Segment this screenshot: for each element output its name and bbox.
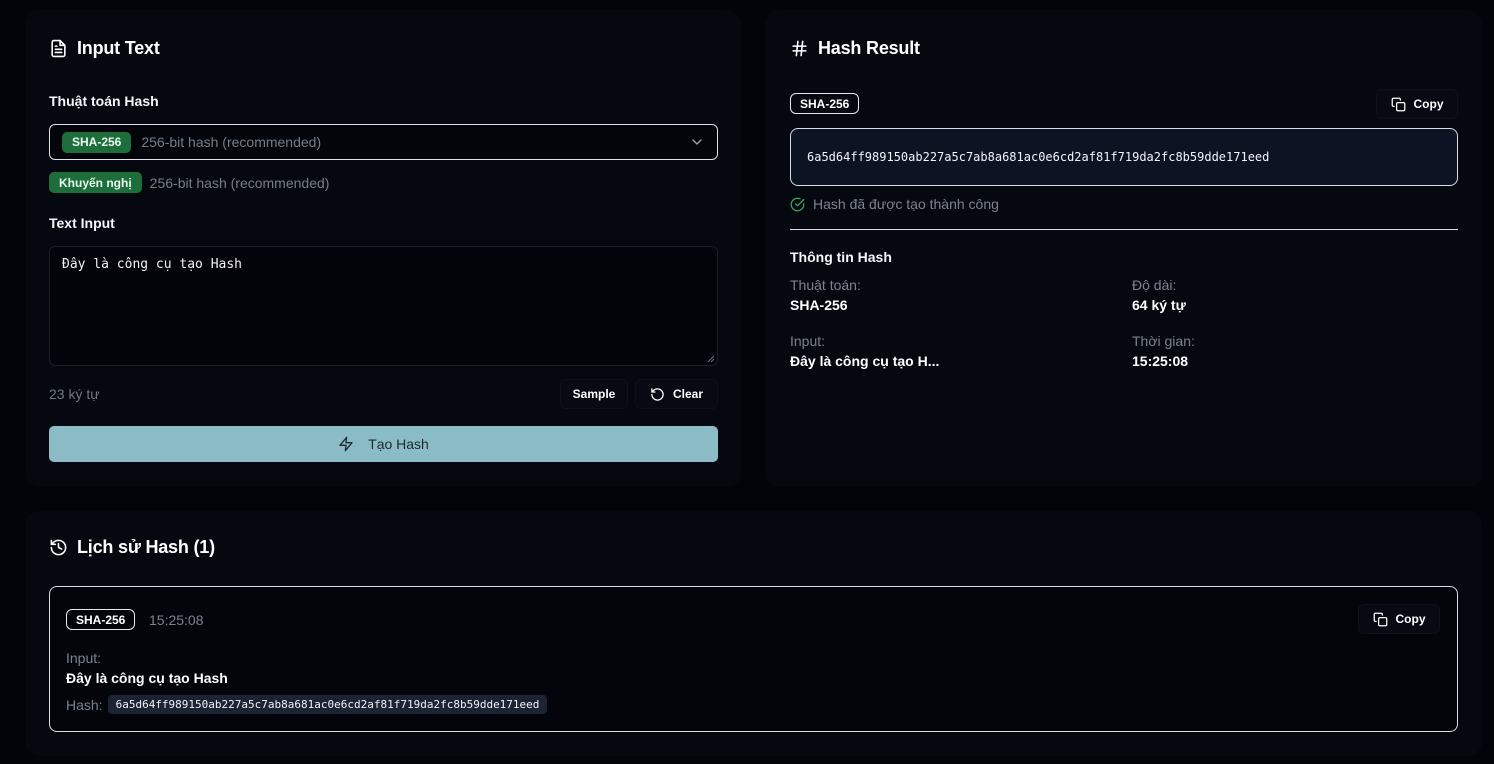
history-input-label: Input:	[66, 650, 102, 666]
algorithm-label: Thuật toán Hash	[49, 93, 159, 109]
success-message-text: Hash đã được tạo thành công	[813, 196, 999, 212]
history-algorithm-badge: SHA-256	[66, 609, 136, 630]
info-length-value: 64 ký tự	[1132, 297, 1186, 313]
copy-icon	[1391, 97, 1405, 111]
info-input-value: Đây là công cụ tạo H...	[790, 353, 940, 369]
result-card-title: Hash Result	[790, 38, 920, 59]
rotate-ccw-icon	[651, 387, 664, 401]
info-algorithm-label: Thuật toán:	[790, 277, 861, 293]
generate-hash-label: Tạo Hash	[368, 436, 429, 452]
char-count: 23 ký tự	[49, 386, 100, 402]
result-algorithm-badge: SHA-256	[790, 93, 860, 114]
sample-button[interactable]: Sample	[560, 379, 628, 409]
info-input-label: Input:	[790, 333, 826, 349]
selected-algorithm-badge: SHA-256	[62, 131, 132, 153]
file-text-icon	[51, 39, 66, 58]
history-icon	[50, 539, 67, 556]
result-divider	[790, 229, 1458, 230]
copy-icon	[1373, 612, 1387, 626]
info-algorithm-value: SHA-256	[790, 297, 848, 313]
check-circle-icon	[790, 197, 805, 211]
result-copy-label: Copy	[1413, 97, 1444, 111]
info-time-value: 15:25:08	[1132, 353, 1189, 369]
resize-handle-icon[interactable]	[707, 355, 715, 363]
history-copy-label: Copy	[1395, 612, 1426, 626]
info-time-label: Thời gian:	[1132, 333, 1195, 349]
hash-output-value: 6a5d64ff989150ab227a5c7ab8a681ac0e6cd2af…	[807, 150, 1270, 164]
clear-button-label: Clear	[672, 387, 704, 401]
history-copy-button[interactable]: Copy	[1358, 604, 1440, 634]
recommendation-row: Khuyến nghị 256-bit hash (recommended)	[49, 172, 329, 193]
hash-output: 6a5d64ff989150ab227a5c7ab8a681ac0e6cd2af…	[790, 128, 1458, 186]
input-card-title-text: Input Text	[77, 38, 160, 58]
text-input-label: Text Input	[49, 215, 115, 231]
history-card-title-text: Lịch sử Hash (1)	[77, 537, 215, 557]
history-item: SHA-256 15:25:08 Copy Input: Đây là công…	[49, 586, 1458, 732]
sample-button-label: Sample	[572, 387, 616, 401]
history-input-value: Đây là công cụ tạo Hash	[66, 670, 228, 686]
history-time: 15:25:08	[149, 612, 204, 628]
chevron-down-icon	[692, 139, 702, 145]
text-input-area[interactable]: Đây là công cụ tạo Hash	[49, 246, 718, 366]
history-hash-value: 6a5d64ff989150ab227a5c7ab8a681ac0e6cd2af…	[107, 695, 548, 714]
selected-algorithm-description: 256-bit hash (recommended)	[141, 134, 322, 150]
zap-icon	[339, 436, 353, 452]
recommend-description: 256-bit hash (recommended)	[149, 174, 330, 191]
info-length-label: Độ dài:	[1132, 277, 1177, 293]
generate-hash-button[interactable]: Tạo Hash	[49, 426, 718, 462]
result-copy-button[interactable]: Copy	[1376, 89, 1458, 119]
recommend-badge: Khuyến nghị	[49, 172, 142, 193]
clear-button[interactable]: Clear	[635, 379, 718, 409]
history-card-title: Lịch sử Hash (1)	[49, 537, 215, 558]
history-hash-label: Hash:	[66, 696, 103, 713]
hash-result-card: Hash Result SHA-256 Copy 6a5d64ff989150a…	[765, 10, 1482, 487]
input-text-card: Input Text Thuật toán Hash SHA-256 256-b…	[25, 10, 741, 487]
text-input-value: Đây là công cụ tạo Hash	[62, 257, 243, 272]
success-message: Hash đã được tạo thành công	[790, 196, 999, 212]
hash-icon	[792, 40, 807, 57]
algorithm-select[interactable]: SHA-256 256-bit hash (recommended)	[49, 124, 718, 160]
input-card-title: Input Text	[49, 38, 160, 59]
hash-info-title: Thông tin Hash	[790, 249, 892, 265]
result-card-title-text: Hash Result	[818, 38, 920, 58]
history-hash-row: Hash: 6a5d64ff989150ab227a5c7ab8a681ac0e…	[66, 695, 548, 714]
hash-history-card: Lịch sử Hash (1) SHA-256 15:25:08 Copy I…	[25, 511, 1482, 756]
